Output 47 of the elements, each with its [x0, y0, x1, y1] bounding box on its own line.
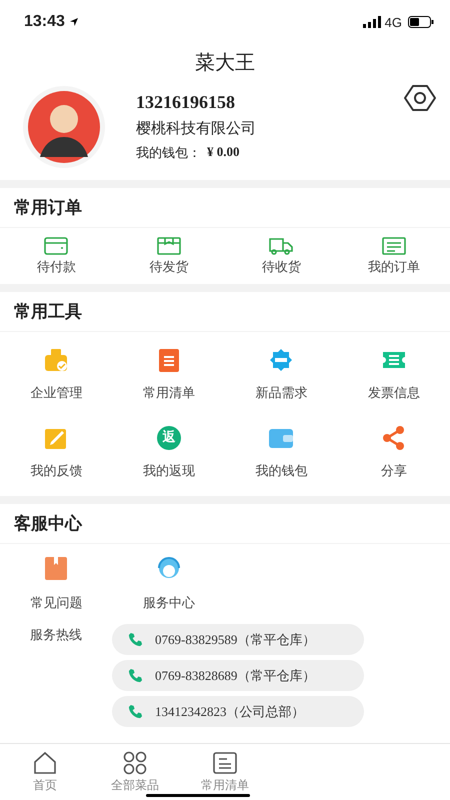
phone-number: 13216196158 — [136, 92, 236, 113]
section-title: 常用工具 — [0, 292, 450, 332]
settings-icon[interactable] — [404, 84, 436, 112]
section-title: 客服中心 — [0, 504, 450, 544]
tool-item[interactable]: 企业管理 — [0, 346, 112, 402]
section-title: 常用订单 — [0, 188, 450, 228]
hotline-button[interactable]: 0769-83828689（常平仓库） — [112, 660, 364, 691]
service-item[interactable]: 常见问题 — [0, 554, 112, 612]
phone-icon — [128, 668, 143, 683]
tool-item[interactable]: 常用清单 — [112, 346, 225, 402]
wallet-amount: ¥ 0.00 — [207, 144, 240, 161]
tab[interactable]: 全部菜品 — [90, 744, 180, 800]
signal-icon — [362, 16, 381, 28]
company-name: 樱桃科技有限公司 — [136, 119, 257, 138]
location-arrow-icon — [68, 17, 79, 27]
order-item[interactable]: 待发货 — [112, 236, 225, 276]
list-icon — [382, 236, 406, 256]
order-item[interactable]: 待收货 — [225, 236, 338, 276]
tool-item[interactable]: 我的反馈 — [0, 424, 112, 480]
box-icon — [156, 236, 181, 256]
wallet-label: 我的钱包： — [136, 145, 201, 162]
list-icon — [212, 750, 238, 774]
tool-item[interactable]: 我的钱包 — [225, 424, 338, 480]
wallet-icon — [44, 236, 68, 256]
tool-item[interactable]: 分享 — [338, 424, 450, 480]
order-item[interactable]: 我的订单 — [338, 236, 450, 276]
tool-item[interactable]: 发票信息 — [338, 346, 450, 402]
tool-item[interactable]: 新品需求 — [225, 346, 338, 402]
phone-icon — [128, 704, 143, 719]
truck-icon — [269, 236, 294, 256]
status-time: 13:43 — [24, 13, 65, 31]
network-type: 4G — [384, 14, 402, 30]
battery-icon — [408, 16, 434, 28]
page-title: 菜大王 — [194, 49, 256, 76]
order-item[interactable]: 待付款 — [0, 236, 112, 276]
tool-item[interactable]: 返 我的返现 — [112, 424, 225, 480]
tab[interactable]: 首页 — [0, 744, 90, 800]
hotline-label: 服务热线 — [29, 627, 83, 645]
rebate-glyph: 返 — [162, 429, 176, 447]
rebate-icon — [154, 424, 183, 452]
tab[interactable]: 常用清单 — [180, 744, 270, 800]
phone-icon — [128, 632, 143, 647]
hotline-button[interactable]: 13412342823（公司总部） — [112, 696, 364, 727]
grid-icon — [122, 750, 148, 774]
hotline-button[interactable]: 0769-83829589（常平仓库） — [112, 624, 364, 655]
service-item[interactable]: 服务中心 — [112, 554, 225, 612]
home-icon — [32, 750, 58, 774]
